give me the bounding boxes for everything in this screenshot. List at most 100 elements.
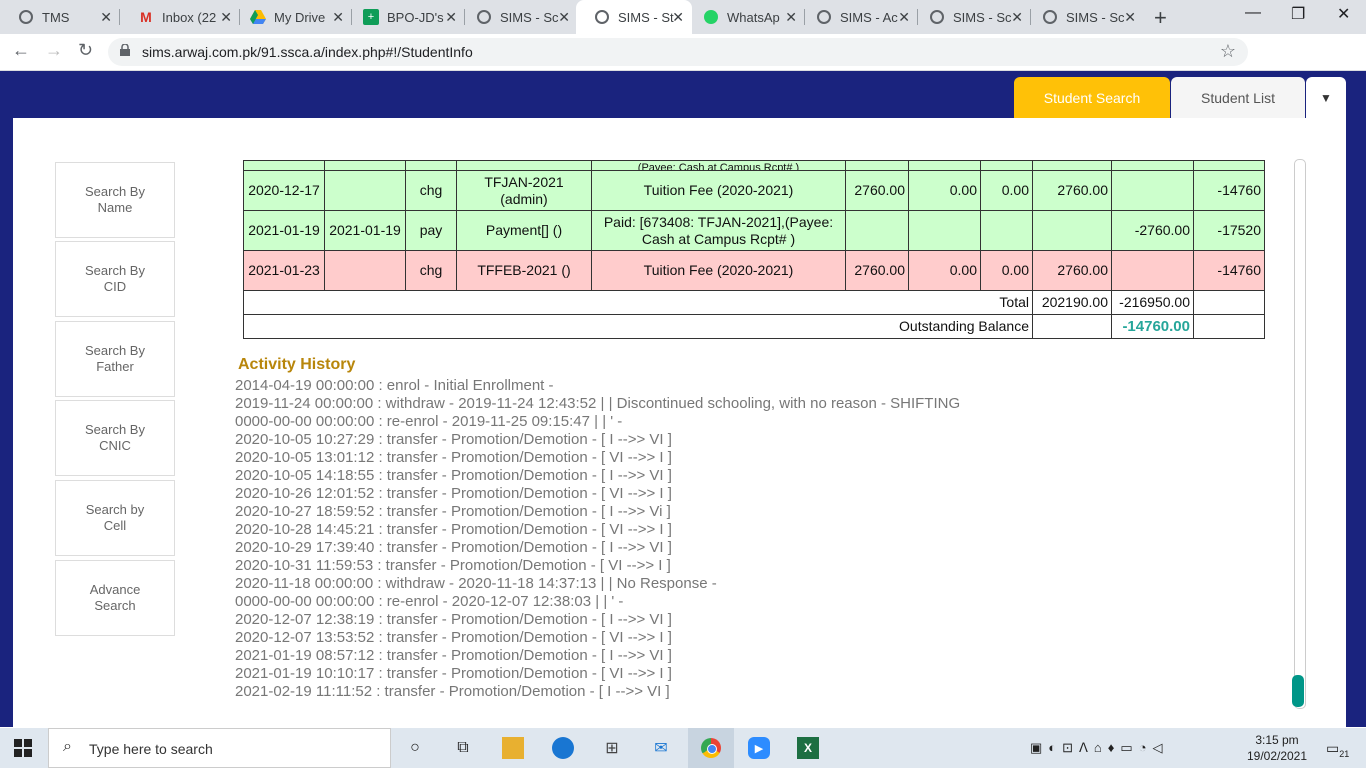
browser-tab[interactable]: SIMS - Sc ✕ <box>911 0 1031 34</box>
table-cell: chg <box>405 250 457 291</box>
store-icon[interactable]: ⊞ <box>601 737 623 759</box>
list-item: 2020-10-27 18:59:52 : transfer - Promoti… <box>235 503 671 520</box>
close-icon[interactable]: ✕ <box>558 9 570 26</box>
activity-history-title: Activity History <box>238 356 356 373</box>
tab-student-list[interactable]: Student List <box>1171 77 1305 119</box>
table-cell: -14760 <box>1193 170 1265 211</box>
tab-student-search[interactable]: Student Search <box>1014 77 1170 119</box>
table-cell <box>1111 250 1194 291</box>
table-cell: -17520 <box>1193 210 1265 251</box>
list-item: 2020-12-07 13:53:52 : transfer - Promoti… <box>235 629 672 646</box>
browser-tab[interactable]: + BPO-JD's ✕ <box>345 0 465 34</box>
edge-icon[interactable] <box>552 737 574 759</box>
table-cell: 2020-12-17 <box>243 170 325 211</box>
outstanding-label: Outstanding Balance <box>243 314 1033 339</box>
task-view-icon[interactable]: ⧉ <box>452 737 474 759</box>
table-cell <box>324 250 406 291</box>
browser-tab[interactable]: WhatsAp ✕ <box>685 0 805 34</box>
taskbar-search-box[interactable]: ⌕ Type here to search <box>48 728 391 768</box>
browser-tab-label: SIMS - Sc <box>953 9 1011 25</box>
chrome-icon[interactable] <box>700 737 722 759</box>
mail-icon[interactable]: ✉ <box>650 737 672 759</box>
close-icon[interactable]: ✕ <box>332 9 344 26</box>
notification-count: 21 <box>1339 748 1350 759</box>
globe-icon <box>816 9 832 25</box>
browser-tab[interactable]: M Inbox (22 ✕ <box>120 0 240 34</box>
close-icon[interactable]: ✕ <box>1011 9 1023 26</box>
table-cell: 2021-01-19 <box>243 210 325 251</box>
table-cell <box>1111 170 1194 211</box>
browser-tab[interactable]: SIMS - Ac ✕ <box>798 0 918 34</box>
bookmark-star-icon[interactable]: ☆ <box>1220 41 1236 62</box>
notification-icon[interactable]: ▭21 <box>1326 740 1349 759</box>
list-item: 2021-01-19 08:57:12 : transfer - Promoti… <box>235 647 672 664</box>
browser-tab[interactable]: My Drive ✕ <box>232 0 352 34</box>
minimize-button[interactable]: — <box>1245 4 1261 22</box>
list-item: 2020-12-07 12:38:19 : transfer - Promoti… <box>235 611 672 628</box>
browser-tab-label: SIMS - St <box>618 9 674 25</box>
search-by-cell-button[interactable]: Search by Cell <box>55 480 175 556</box>
system-tray-icons[interactable]: ▣◐⊡ᐱ⌂♦▭◔◁ <box>1030 740 1169 756</box>
close-icon[interactable]: ✕ <box>1124 9 1136 26</box>
forward-icon[interactable]: → <box>45 40 63 61</box>
excel-icon[interactable]: X <box>797 737 819 759</box>
list-item: 2021-01-19 10:10:17 : transfer - Promoti… <box>235 665 672 682</box>
browser-tab[interactable]: TMS ✕ <box>0 0 120 34</box>
search-by-cnic-button[interactable]: Search By CNIC <box>55 400 175 476</box>
restore-button[interactable]: ❐ <box>1291 4 1305 24</box>
close-icon[interactable]: ✕ <box>898 9 910 26</box>
browser-tab-label: SIMS - Ac <box>840 9 898 25</box>
list-item: 2019-11-24 00:00:00 : withdraw - 2019-11… <box>235 395 961 412</box>
taskbar-clock[interactable]: 3:15 pm 19/02/2021 <box>1246 732 1308 764</box>
table-cell: -14760 <box>1193 250 1265 291</box>
table-row: 2020-12-17 chg TFJAN-2021 (admin) Tuitio… <box>243 170 1265 211</box>
total-row: Total 202190.00 -216950.00 <box>243 290 1265 315</box>
close-icon[interactable]: ✕ <box>100 9 112 26</box>
browser-tab[interactable]: SIMS - Sc ✕ <box>458 0 578 34</box>
table-cell: 2760.00 <box>845 170 909 211</box>
list-item: 0000-00-00 00:00:00 : re-enrol - 2020-12… <box>235 593 624 610</box>
reload-icon[interactable]: ↻ <box>78 40 93 61</box>
search-by-name-button[interactable]: Search By Name <box>55 162 175 238</box>
list-item: 0000-00-00 00:00:00 : re-enrol - 2019-11… <box>235 413 623 430</box>
scrollbar-thumb[interactable] <box>1292 675 1304 707</box>
browser-tab-label: Inbox (22 <box>162 9 217 25</box>
fee-ledger-table: (Payee: Cash at Campus Rcpt# ) 2020-12-1… <box>243 160 1265 339</box>
outstanding-value: -14760.00 <box>1111 314 1194 339</box>
close-icon[interactable]: ✕ <box>785 9 797 26</box>
gmail-icon: M <box>140 9 152 25</box>
advance-search-button[interactable]: Advance Search <box>55 560 175 636</box>
table-cell <box>1032 210 1112 251</box>
address-bar[interactable]: sims.arwaj.com.pk/91.ssca.a/index.php#!/… <box>108 38 1248 66</box>
list-item: 2020-10-31 11:59:53 : transfer - Promoti… <box>235 557 671 574</box>
search-by-father-button[interactable]: Search By Father <box>55 321 175 397</box>
table-cell: Payment[] () <box>456 210 592 251</box>
close-icon[interactable]: ✕ <box>672 9 684 26</box>
zoom-icon[interactable]: ▶ <box>748 737 770 759</box>
new-tab-button[interactable]: + <box>1154 5 1167 31</box>
file-explorer-icon[interactable] <box>502 737 524 759</box>
globe-icon <box>476 9 492 25</box>
browser-tab-active[interactable]: SIMS - St ✕ <box>576 0 692 34</box>
browser-tab[interactable]: SIMS - Sc ✕ <box>1024 0 1144 34</box>
close-icon[interactable]: ✕ <box>445 9 457 26</box>
total-label: Total <box>243 290 1033 315</box>
search-by-cid-button[interactable]: Search By CID <box>55 241 175 317</box>
table-cell: 0.00 <box>908 250 981 291</box>
chevron-down-icon[interactable]: ▼ <box>1306 77 1346 119</box>
close-icon[interactable]: ✕ <box>220 9 232 26</box>
scrollbar-track[interactable] <box>1294 159 1306 709</box>
cortana-icon[interactable]: ○ <box>404 737 426 759</box>
table-cell <box>845 210 909 251</box>
table-cell: 2021-01-23 <box>243 250 325 291</box>
list-item: 2020-10-05 13:01:12 : transfer - Promoti… <box>235 449 672 466</box>
web-page: Student Search Student List ▼ Search By … <box>0 71 1366 727</box>
table-cell: 2760.00 <box>845 250 909 291</box>
close-window-button[interactable]: ✕ <box>1337 4 1350 24</box>
list-item: 2020-10-26 12:01:52 : transfer - Promoti… <box>235 485 672 502</box>
windows-start-icon[interactable] <box>14 739 32 757</box>
list-item: 2020-10-05 10:27:29 : transfer - Promoti… <box>235 431 672 448</box>
activity-history-list: 2014-04-19 00:00:00 : enrol - Initial En… <box>235 377 960 701</box>
back-icon[interactable]: ← <box>12 40 30 61</box>
table-cell: Paid: [673408: TFJAN-2021],(Payee: Cash … <box>591 210 846 251</box>
